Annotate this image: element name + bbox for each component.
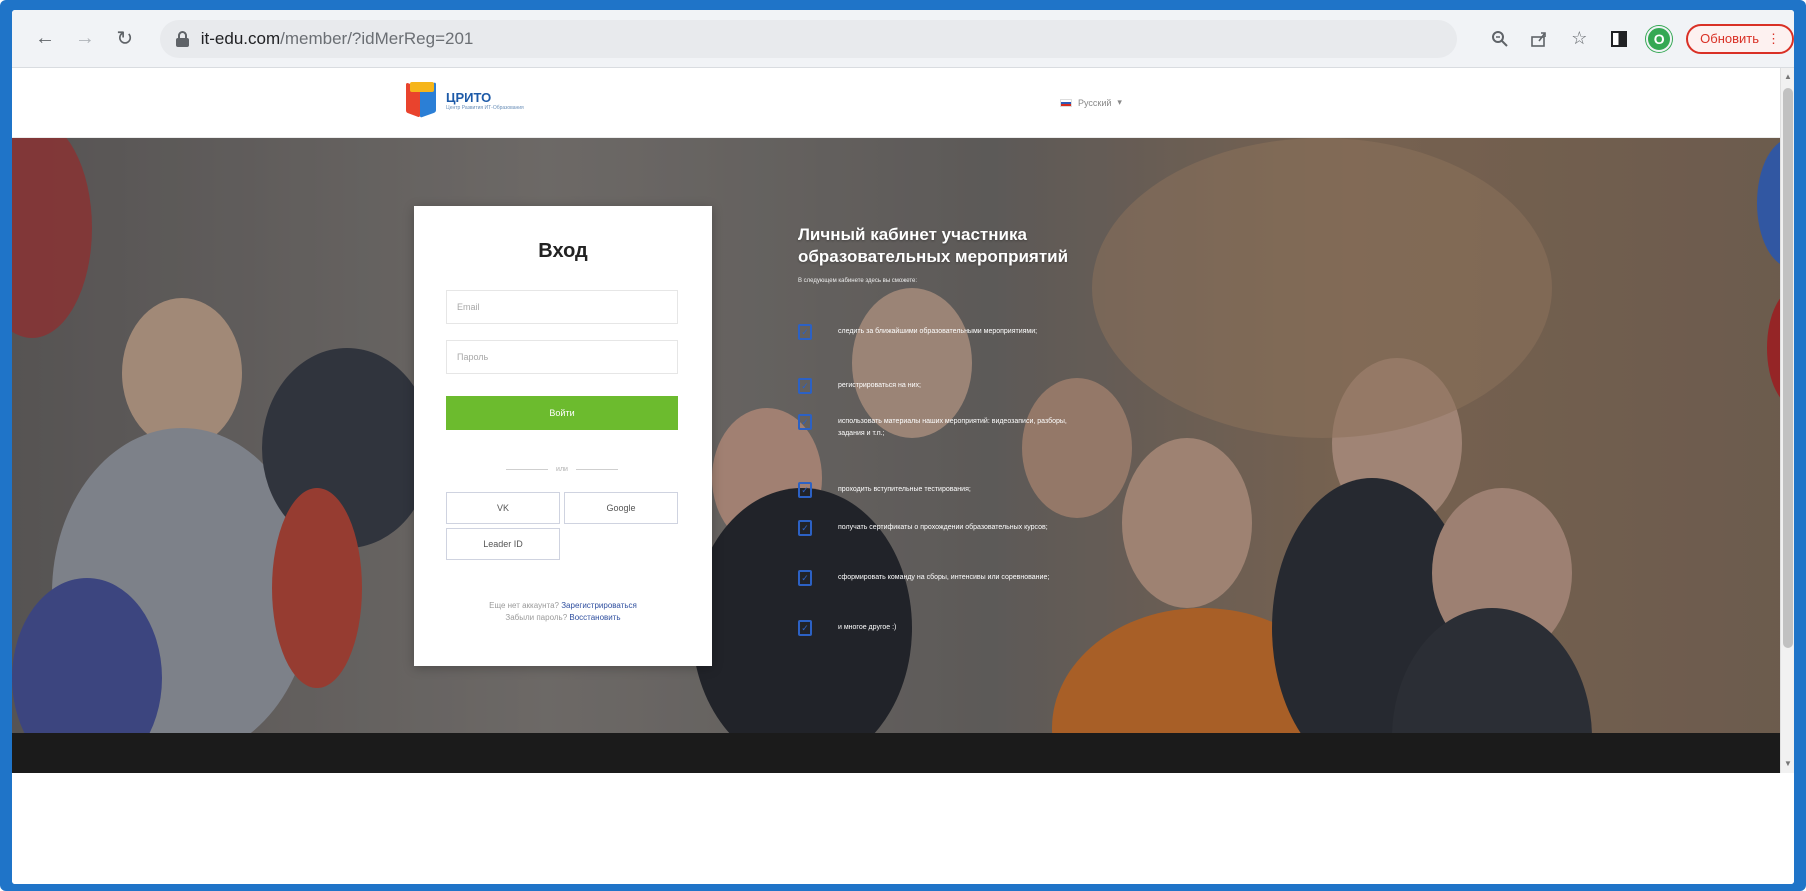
russia-flag-icon xyxy=(1060,98,1072,107)
scroll-thumb[interactable] xyxy=(1783,88,1793,648)
back-icon[interactable]: ← xyxy=(28,22,62,56)
browser-window: ← → ↻ it-edu.com/member/?idMerReg=201 ☆ … xyxy=(12,10,1794,884)
bookmark-star-icon[interactable]: ☆ xyxy=(1562,22,1596,56)
checkbox-icon: ✓ xyxy=(798,620,812,636)
info-title: Личный кабинет участника образовательных… xyxy=(798,225,1069,266)
browser-toolbar: ← → ↻ it-edu.com/member/?idMerReg=201 ☆ … xyxy=(12,10,1794,68)
benefit-item: ✓ регистрироваться на них; xyxy=(798,378,1068,394)
checkbox-icon: ✓ xyxy=(798,324,812,340)
side-panel-icon[interactable] xyxy=(1602,22,1636,56)
password-field[interactable] xyxy=(446,340,678,374)
site-logo[interactable]: ЦРИТО Центр Развития ИТ-Образования xyxy=(406,82,524,118)
benefit-text: проходить вступительные тестирования; xyxy=(838,486,971,493)
share-icon[interactable] xyxy=(1522,22,1556,56)
benefit-item: ✓ получать сертификаты о прохождении обр… xyxy=(798,520,1068,536)
login-title: Вход xyxy=(538,240,588,262)
checkbox-icon: ✓ xyxy=(798,378,812,394)
update-button[interactable]: Обновить ⋮ xyxy=(1686,23,1794,54)
info-subtitle: В следующем кабинете здесь вы сможете: xyxy=(798,278,918,284)
info-panel: Личный кабинет участника образовательных… xyxy=(798,224,1078,636)
benefit-item: ✓ и многое другое :) xyxy=(798,620,1068,636)
benefit-text: получать сертификаты о прохождении образ… xyxy=(838,524,1048,531)
benefit-text: следить за ближайшими образовательными м… xyxy=(838,328,1038,335)
profile-initial: O xyxy=(1646,25,1673,52)
benefit-text: сформировать команду на сборы, интенсивы… xyxy=(838,574,1050,581)
register-link[interactable]: Зарегистрироваться xyxy=(561,601,637,610)
lock-icon xyxy=(175,30,189,47)
login-links: Еще нет аккаунта? Зарегистрироваться Заб… xyxy=(414,600,712,624)
address-bar[interactable]: it-edu.com/member/?idMerReg=201 xyxy=(159,19,1457,58)
checkbox-icon: ✓ xyxy=(798,520,812,536)
forward-icon[interactable]: → xyxy=(68,22,102,56)
or-text: или xyxy=(556,465,568,473)
checkbox-icon: ✓ xyxy=(798,482,812,498)
language-selector[interactable]: Русский ▾ xyxy=(1060,97,1122,108)
checkbox-icon: ✓ xyxy=(798,570,812,586)
site-footer xyxy=(12,733,1794,773)
logo-subtitle: Центр Развития ИТ-Образования xyxy=(446,104,524,111)
benefit-text: регистрироваться на них; xyxy=(838,382,921,389)
forgot-password-text: Забыли пароль? xyxy=(505,613,568,622)
login-card: Вход Войти или VK Google Leader ID Еще н… xyxy=(414,206,712,666)
email-input[interactable] xyxy=(457,302,677,312)
no-account-text: Еще нет аккаунта? xyxy=(489,601,559,610)
page-scrollbar[interactable]: ▲ ▼ xyxy=(1780,68,1794,773)
leaderid-login-button[interactable]: Leader ID xyxy=(446,528,560,560)
google-login-button[interactable]: Google xyxy=(564,492,678,524)
scroll-up-icon[interactable]: ▲ xyxy=(1783,72,1793,82)
logo-name: ЦРИТО xyxy=(446,89,492,105)
update-label: Обновить xyxy=(1700,31,1760,46)
restore-password-link[interactable]: Восстановить xyxy=(569,613,620,622)
or-divider: или xyxy=(506,464,618,474)
language-label: Русский xyxy=(1078,97,1112,108)
benefit-item: ✓ использовать материалы наших мероприят… xyxy=(798,414,1068,440)
email-field[interactable] xyxy=(446,290,678,324)
site-header: ЦРИТО Центр Развития ИТ-Образования Русс… xyxy=(12,68,1794,138)
benefit-text: и многое другое :) xyxy=(838,624,897,631)
url-path: /member/?idMerReg=201 xyxy=(280,28,474,48)
page-bottom xyxy=(12,773,1794,884)
hero-section: Вход Войти или VK Google Leader ID Еще н… xyxy=(12,138,1794,733)
scroll-down-icon[interactable]: ▼ xyxy=(1783,759,1793,769)
reload-icon[interactable]: ↻ xyxy=(108,22,142,56)
url-host: it-edu.com xyxy=(200,28,281,48)
zoom-icon[interactable] xyxy=(1483,22,1517,56)
vk-login-button[interactable]: VK xyxy=(446,492,560,524)
benefit-item: ✓ проходить вступительные тестирования; xyxy=(798,482,1068,498)
chevron-down-icon: ▾ xyxy=(1117,97,1122,107)
checkbox-icon: ✓ xyxy=(798,414,812,430)
logo-cube-icon xyxy=(406,82,438,118)
login-button[interactable]: Войти xyxy=(446,396,678,430)
profile-avatar[interactable]: O xyxy=(1642,22,1676,56)
benefit-item: ✓ сформировать команду на сборы, интенси… xyxy=(798,570,1068,586)
password-input[interactable] xyxy=(457,352,677,362)
benefit-text: использовать материалы наших мероприятий… xyxy=(838,418,1067,437)
menu-dots-icon: ⋮ xyxy=(1767,30,1781,46)
benefit-item: ✓ следить за ближайшими образовательными… xyxy=(798,324,1068,340)
